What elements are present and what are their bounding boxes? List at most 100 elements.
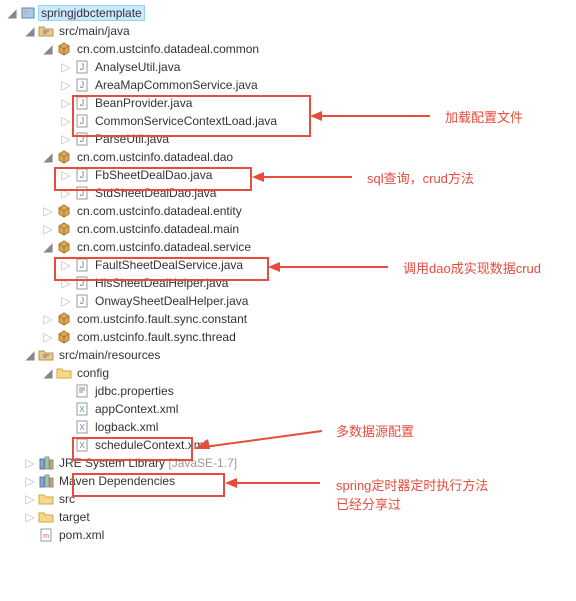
jre-library[interactable]: ▷ JRE System Library [JavaSE-1.7] xyxy=(4,454,576,472)
project-root[interactable]: ◢ springjdbctemplate xyxy=(4,4,576,22)
package-common[interactable]: ◢ cn.com.ustcinfo.datadeal.common xyxy=(4,40,576,58)
expand-icon[interactable]: ◢ xyxy=(40,149,56,165)
spacer xyxy=(58,401,74,417)
file-label: scheduleContext.xml xyxy=(92,437,209,453)
file-onway[interactable]: ▷ J OnwaySheetDealHelper.java xyxy=(4,292,576,310)
source-folder-icon xyxy=(38,23,54,39)
expand-icon[interactable]: ◢ xyxy=(4,5,20,21)
folder-label: target xyxy=(56,509,93,525)
collapse-icon[interactable]: ▷ xyxy=(58,293,74,309)
package-label: cn.com.ustcinfo.datadeal.main xyxy=(74,221,242,237)
collapse-icon[interactable]: ▷ xyxy=(40,203,56,219)
java-file-icon: J xyxy=(74,95,90,111)
collapse-icon[interactable]: ▷ xyxy=(58,185,74,201)
svg-text:J: J xyxy=(80,62,85,72)
expand-icon[interactable]: ◢ xyxy=(22,347,38,363)
package-icon xyxy=(56,149,72,165)
folder-target[interactable]: ▷ target xyxy=(4,508,576,526)
expand-icon[interactable]: ◢ xyxy=(40,365,56,381)
expand-icon[interactable]: ◢ xyxy=(40,239,56,255)
collapse-icon[interactable]: ▷ xyxy=(58,113,74,129)
collapse-icon[interactable]: ▷ xyxy=(58,167,74,183)
file-pom[interactable]: m pom.xml xyxy=(4,526,576,544)
package-main[interactable]: ▷ cn.com.ustcinfo.datadeal.main xyxy=(4,220,576,238)
file-label: appContext.xml xyxy=(92,401,181,417)
file-analyseutil[interactable]: ▷ J AnalyseUtil.java xyxy=(4,58,576,76)
project-icon xyxy=(20,5,36,21)
package-dao[interactable]: ◢ cn.com.ustcinfo.datadeal.dao xyxy=(4,148,576,166)
file-jdbc[interactable]: jdbc.properties xyxy=(4,382,576,400)
file-areamap[interactable]: ▷ J AreaMapCommonService.java xyxy=(4,76,576,94)
package-entity[interactable]: ▷ cn.com.ustcinfo.datadeal.entity xyxy=(4,202,576,220)
file-label: FaultSheetDealService.java xyxy=(92,257,246,273)
collapse-icon[interactable]: ▷ xyxy=(22,455,38,471)
annotation-text: 已经分享过 xyxy=(336,494,401,513)
package-label: com.ustcinfo.fault.sync.thread xyxy=(74,329,239,345)
java-file-icon: J xyxy=(74,185,90,201)
file-parseutil[interactable]: ▷ J ParseUtil.java xyxy=(4,130,576,148)
package-icon xyxy=(56,311,72,327)
spacer xyxy=(22,527,38,543)
package-service[interactable]: ◢ cn.com.ustcinfo.datadeal.service xyxy=(4,238,576,256)
library-icon xyxy=(38,455,54,471)
folder-icon xyxy=(38,491,54,507)
xml-file-icon: X xyxy=(74,437,90,453)
svg-text:J: J xyxy=(80,116,85,126)
collapse-icon[interactable]: ▷ xyxy=(58,257,74,273)
collapse-icon[interactable]: ▷ xyxy=(22,473,38,489)
file-label: StdSheetDealDao.java xyxy=(92,185,219,201)
package-thread[interactable]: ▷ com.ustcinfo.fault.sync.thread xyxy=(4,328,576,346)
expand-icon[interactable]: ◢ xyxy=(40,41,56,57)
maven-deps[interactable]: ▷ Maven Dependencies xyxy=(4,472,576,490)
java-file-icon: J xyxy=(74,113,90,129)
collapse-icon[interactable]: ▷ xyxy=(40,221,56,237)
file-label: FbSheetDealDao.java xyxy=(92,167,215,183)
properties-file-icon xyxy=(74,383,90,399)
collapse-icon[interactable]: ▷ xyxy=(58,77,74,93)
file-appcontext[interactable]: X appContext.xml xyxy=(4,400,576,418)
file-stdsheet[interactable]: ▷ J StdSheetDealDao.java xyxy=(4,184,576,202)
package-constant[interactable]: ▷ com.ustcinfo.fault.sync.constant xyxy=(4,310,576,328)
svg-text:X: X xyxy=(79,423,85,432)
collapse-icon[interactable]: ▷ xyxy=(58,59,74,75)
svg-text:X: X xyxy=(79,405,85,414)
maven-file-icon: m xyxy=(38,527,54,543)
xml-file-icon: X xyxy=(74,401,90,417)
file-label: CommonServiceContextLoad.java xyxy=(92,113,280,129)
folder-label: src/main/resources xyxy=(56,347,163,363)
file-logback[interactable]: X logback.xml xyxy=(4,418,576,436)
collapse-icon[interactable]: ▷ xyxy=(22,491,38,507)
src-main-resources[interactable]: ◢ src/main/resources xyxy=(4,346,576,364)
package-label: cn.com.ustcinfo.datadeal.dao xyxy=(74,149,236,165)
file-schedule[interactable]: X scheduleContext.xml xyxy=(4,436,576,454)
expand-icon[interactable]: ◢ xyxy=(22,23,38,39)
file-label: pom.xml xyxy=(56,527,107,543)
svg-text:m: m xyxy=(43,533,49,540)
annotation-text: 调用dao成实现数据crud xyxy=(403,258,541,277)
collapse-icon[interactable]: ▷ xyxy=(40,311,56,327)
package-icon xyxy=(56,221,72,237)
svg-text:X: X xyxy=(79,441,85,450)
svg-text:J: J xyxy=(80,134,85,144)
spacer xyxy=(58,437,74,453)
collapse-icon[interactable]: ▷ xyxy=(22,509,38,525)
svg-text:J: J xyxy=(80,170,85,180)
src-main-java[interactable]: ◢ src/main/java xyxy=(4,22,576,40)
collapse-icon[interactable]: ▷ xyxy=(40,329,56,345)
collapse-icon[interactable]: ▷ xyxy=(58,275,74,291)
folder-src[interactable]: ▷ src xyxy=(4,490,576,508)
collapse-icon[interactable]: ▷ xyxy=(58,95,74,111)
annotation-text: 加载配置文件 xyxy=(445,107,523,126)
collapse-icon[interactable]: ▷ xyxy=(58,131,74,147)
java-file-icon: J xyxy=(74,131,90,147)
file-label: BeanProvider.java xyxy=(92,95,195,111)
source-folder-icon xyxy=(38,347,54,363)
folder-config[interactable]: ◢ config xyxy=(4,364,576,382)
file-fbsheet[interactable]: ▷ J FbSheetDealDao.java xyxy=(4,166,576,184)
package-icon xyxy=(56,41,72,57)
file-label: logback.xml xyxy=(92,419,161,435)
folder-label: src/main/java xyxy=(56,23,133,39)
package-icon xyxy=(56,239,72,255)
java-file-icon: J xyxy=(74,77,90,93)
java-file-icon: J xyxy=(74,167,90,183)
